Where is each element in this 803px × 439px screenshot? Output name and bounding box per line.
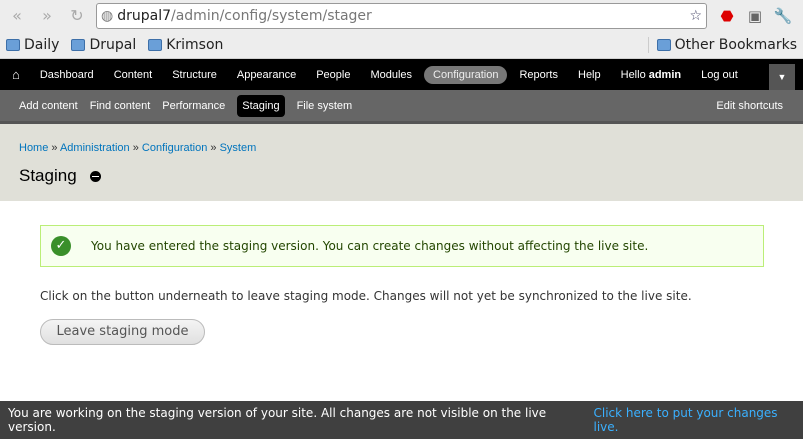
- bookmark-drupal[interactable]: Drupal: [71, 37, 136, 53]
- folder-icon: [148, 39, 163, 51]
- bookmark-label: Drupal: [89, 37, 137, 53]
- toolbar-appearance[interactable]: Appearance: [237, 69, 296, 81]
- hello-user[interactable]: Hello admin: [621, 69, 681, 81]
- toolbar-help[interactable]: Help: [578, 69, 601, 81]
- shortcut-staging[interactable]: Staging: [237, 94, 285, 117]
- wrench-icon[interactable]: 🔧: [769, 7, 797, 25]
- toolbar-reports[interactable]: Reports: [519, 69, 558, 81]
- username: admin: [648, 68, 682, 81]
- bookmark-label: Other Bookmarks: [674, 37, 797, 53]
- toolbar-dashboard[interactable]: Dashboard: [40, 69, 94, 81]
- leave-staging-button[interactable]: Leave staging mode: [40, 319, 205, 345]
- breadcrumb-home[interactable]: Home: [19, 142, 48, 154]
- footer-text: You are working on the staging version o…: [8, 406, 547, 434]
- bookmark-label: Daily: [24, 37, 60, 53]
- staging-footer: You are working on the staging version o…: [0, 401, 803, 439]
- shortcuts-bar: Add content Find content Performance Sta…: [0, 90, 803, 124]
- check-icon: ✓: [51, 236, 71, 256]
- toolbar-modules[interactable]: Modules: [370, 69, 412, 81]
- address-bar[interactable]: ◍ drupal7/admin/config/system/stager ☆: [96, 2, 707, 29]
- breadcrumb: Home » Administration » Configuration » …: [19, 142, 257, 154]
- shortcut-add-content[interactable]: Add content: [19, 100, 78, 112]
- tag-icon[interactable]: ▣: [741, 7, 769, 25]
- info-text: Click on the button underneath to leave …: [40, 289, 692, 303]
- admin-toolbar: ⌂ Dashboard Content Structure Appearance…: [0, 59, 803, 90]
- toolbar-content[interactable]: Content: [114, 69, 153, 81]
- page-header: Home » Administration » Configuration » …: [0, 124, 803, 201]
- url-path: /admin/config/system/stager: [171, 7, 372, 24]
- hello-label: Hello: [620, 68, 646, 81]
- shortcut-performance[interactable]: Performance: [162, 100, 225, 112]
- remove-shortcut-icon[interactable]: [89, 170, 101, 182]
- status-message: ✓ You have entered the staging version. …: [40, 225, 764, 267]
- forward-icon[interactable]: »: [36, 6, 58, 25]
- bookmark-daily[interactable]: Daily: [6, 37, 59, 53]
- globe-icon: ◍: [101, 7, 114, 24]
- toolbar-structure[interactable]: Structure: [172, 69, 217, 81]
- bookmark-label: Krimson: [166, 37, 224, 53]
- adblock-icon[interactable]: ⬣: [713, 7, 741, 25]
- shortcut-file-system[interactable]: File system: [297, 100, 353, 112]
- star-icon[interactable]: ☆: [689, 8, 702, 24]
- reload-icon[interactable]: ↻: [66, 6, 88, 25]
- other-bookmarks[interactable]: Other Bookmarks: [647, 37, 797, 53]
- home-icon[interactable]: ⌂: [12, 67, 20, 82]
- browser-chrome: « » ↻ ◍ drupal7/admin/config/system/stag…: [0, 0, 803, 59]
- toolbar-people[interactable]: People: [316, 69, 350, 81]
- folder-icon: [656, 39, 671, 51]
- back-icon[interactable]: «: [6, 6, 28, 25]
- put-changes-live-link[interactable]: Click here to put your changes live.: [593, 406, 803, 434]
- toolbar-logout[interactable]: Log out: [701, 69, 738, 81]
- folder-icon: [71, 39, 86, 51]
- shortcuts-toggle[interactable]: ▼: [769, 64, 795, 90]
- shortcut-find-content[interactable]: Find content: [90, 100, 151, 112]
- status-text: You have entered the staging version. Yo…: [91, 239, 649, 253]
- breadcrumb-configuration[interactable]: Configuration: [142, 142, 207, 154]
- page-title: Staging: [19, 166, 77, 185]
- toolbar-configuration[interactable]: Configuration: [424, 65, 508, 84]
- url-host: drupal7: [117, 7, 171, 24]
- bookmark-krimson[interactable]: Krimson: [148, 37, 223, 53]
- breadcrumb-administration[interactable]: Administration: [60, 142, 130, 154]
- folder-icon: [6, 39, 20, 51]
- breadcrumb-system[interactable]: System: [220, 142, 257, 154]
- edit-shortcuts[interactable]: Edit shortcuts: [716, 100, 783, 112]
